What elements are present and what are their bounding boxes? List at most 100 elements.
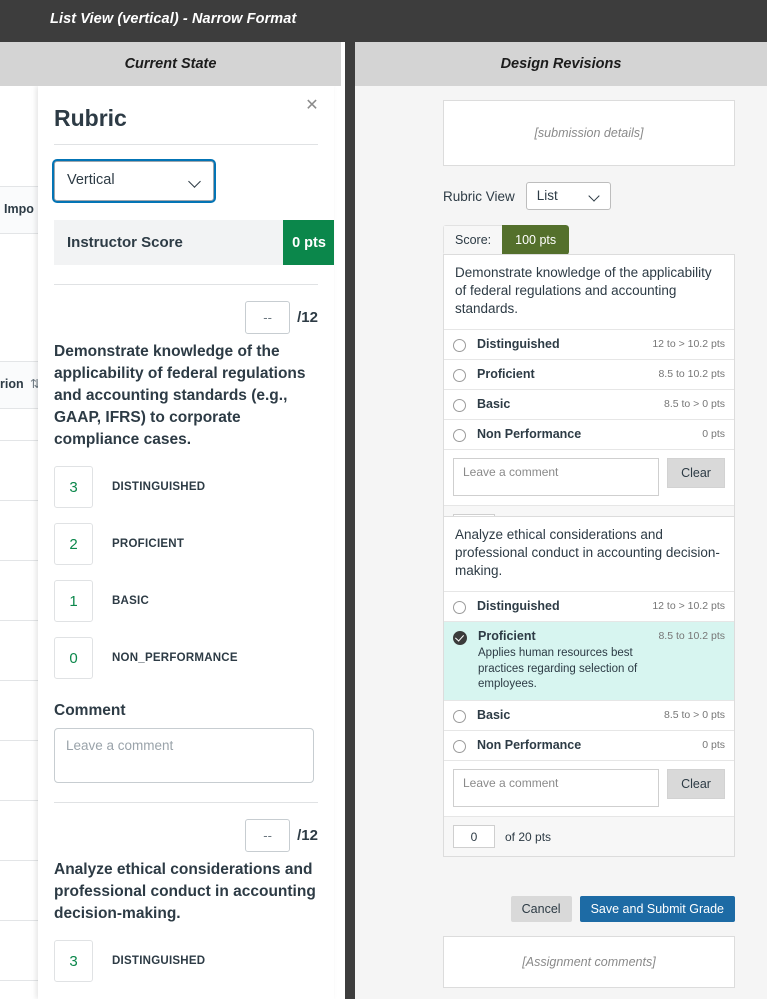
radio-icon[interactable] xyxy=(453,428,466,442)
rating-option[interactable]: 1 BASIC xyxy=(54,580,318,622)
rating-option[interactable]: 2 PROFICIENT xyxy=(54,523,318,565)
panel-divider xyxy=(345,42,355,999)
rating-name: Basic xyxy=(477,396,511,411)
background-col-criterion-label: rion xyxy=(0,377,24,391)
panel-header-current-state: Current State xyxy=(0,42,341,86)
comment-input[interactable]: Leave a comment xyxy=(453,769,659,808)
radio-icon[interactable] xyxy=(453,338,466,352)
radio-icon[interactable] xyxy=(453,368,466,382)
rating-row-selected[interactable]: Proficient Applies human resources best … xyxy=(444,620,734,701)
radio-icon[interactable] xyxy=(453,600,466,614)
rating-row[interactable]: Proficient 8.5 to 10.2 pts xyxy=(444,358,734,389)
panel-header-design-revisions: Design Revisions xyxy=(355,42,767,86)
score-badge: Score: 100 pts xyxy=(443,225,570,255)
rating-points: 3 xyxy=(54,940,93,982)
criterion-card: Demonstrate knowledge of the applicabili… xyxy=(443,254,735,546)
action-button-row: Cancel Save and Submit Grade xyxy=(443,896,735,922)
page-title: Rubric xyxy=(54,105,127,131)
criterion-block: -- /12 Demonstrate knowledge of the appl… xyxy=(54,301,318,803)
rating-name: Proficient xyxy=(478,628,536,643)
rating-name-wrap: Proficient Applies human resources best … xyxy=(478,629,650,694)
rating-label: BASIC xyxy=(112,595,150,607)
rating-name: Non Performance xyxy=(477,738,582,753)
instructor-score-points: 0 pts xyxy=(283,220,334,265)
rating-points: 1 xyxy=(54,580,93,622)
rating-option[interactable]: 3 DISTINGUISHED xyxy=(54,466,318,508)
rating-label: DISTINGUISHED xyxy=(112,481,206,493)
comment-strip: Leave a comment Clear xyxy=(444,760,734,816)
criterion-total-strip: 0 of 20 pts xyxy=(444,816,734,857)
rating-points: 8.5 to > 0 pts xyxy=(663,709,725,722)
rubric-view-select-list[interactable]: List xyxy=(525,182,611,210)
rating-points: 0 pts xyxy=(702,739,725,752)
chevron-down-icon xyxy=(590,192,601,198)
criterion-total-label: of 20 pts xyxy=(505,829,552,844)
radio-icon[interactable] xyxy=(453,398,466,412)
rating-row[interactable]: Basic 8.5 to > 0 pts xyxy=(444,700,734,730)
rating-points: 12 to > 10.2 pts xyxy=(652,337,725,350)
left-capture-panel: Impo rion ⇅ ✕ Rubric Vertical Instructor… xyxy=(0,86,341,999)
comment-strip: Leave a comment Clear xyxy=(444,448,734,505)
rubric-view-label: Rubric View xyxy=(443,188,515,204)
rating-points: 8.5 to 10.2 pts xyxy=(658,367,725,380)
rating-row[interactable]: Non Performance 0 pts xyxy=(444,730,734,760)
rubric-modal: ✕ Rubric Vertical Instructor Score 0 pts… xyxy=(38,86,334,999)
assignment-comments-placeholder: [Assignment comments] xyxy=(443,936,735,988)
criterion-card: Analyze ethical considerations and profe… xyxy=(443,516,735,858)
cancel-button[interactable]: Cancel xyxy=(510,896,572,922)
comment-input[interactable]: Leave a comment xyxy=(54,728,314,783)
divider xyxy=(54,144,318,145)
rating-points: 0 xyxy=(54,637,93,679)
close-icon[interactable]: ✕ xyxy=(302,96,322,116)
rubric-view-select-vertical[interactable]: Vertical xyxy=(54,161,214,201)
score-value: 100 pts xyxy=(502,225,570,255)
radio-icon[interactable] xyxy=(453,710,466,724)
criterion-score-input[interactable]: 0 xyxy=(453,825,495,849)
save-and-submit-grade-button[interactable]: Save and Submit Grade xyxy=(579,896,735,922)
radio-icon[interactable] xyxy=(453,740,466,754)
rating-points: 8.5 to 10.2 pts xyxy=(658,629,725,642)
divider xyxy=(54,802,318,803)
rubric-view-select-value: List xyxy=(536,188,558,203)
divider xyxy=(54,284,318,285)
criterion-total-points: /12 xyxy=(297,309,318,326)
comment-heading: Comment xyxy=(54,702,126,719)
instructor-score-bar: Instructor Score 0 pts xyxy=(54,220,334,265)
panel-header-left-label: Current State xyxy=(124,56,217,72)
rating-name: Distinguished xyxy=(477,336,560,351)
window-title-bar: List View (vertical) - Narrow Format xyxy=(0,0,767,42)
rating-label: PROFICIENT xyxy=(112,538,185,550)
background-col-import-label: Impo xyxy=(4,202,34,216)
criterion-description: Demonstrate knowledge of the applicabili… xyxy=(54,343,306,448)
criterion-score-row: -- /12 xyxy=(54,301,318,334)
submission-details-placeholder: [submission details] xyxy=(443,100,735,166)
rating-label: DISTINGUISHED xyxy=(112,955,206,967)
criterion-total-points: /12 xyxy=(297,827,318,844)
criterion-score-input[interactable]: -- xyxy=(245,301,291,334)
rating-row[interactable]: Distinguished 12 to > 10.2 pts xyxy=(444,590,734,621)
rating-option[interactable]: 0 NON_PERFORMANCE xyxy=(54,637,318,679)
rubric-modal-scroll-area[interactable]: ✕ Rubric Vertical Instructor Score 0 pts… xyxy=(38,86,334,999)
rating-points: 2 xyxy=(54,523,93,565)
clear-button[interactable]: Clear xyxy=(667,769,725,800)
clear-button[interactable]: Clear xyxy=(667,457,725,488)
rating-points: 3 xyxy=(54,466,93,508)
radio-checked-icon[interactable] xyxy=(453,630,467,645)
rating-label: NON_PERFORMANCE xyxy=(112,652,238,664)
criterion-score-input[interactable]: -- xyxy=(245,819,291,852)
rating-name: Proficient xyxy=(477,366,535,381)
comment-input[interactable]: Leave a comment xyxy=(453,457,659,496)
rating-row[interactable]: Distinguished 12 to > 10.2 pts xyxy=(444,328,734,359)
panel-header-right-label: Design Revisions xyxy=(500,56,622,72)
rubric-view-select-value: Vertical xyxy=(67,172,115,188)
rating-name: Distinguished xyxy=(477,598,560,613)
rubric-view-row: Rubric View List xyxy=(443,182,611,210)
criterion-score-row: -- /12 xyxy=(54,819,318,852)
rating-row[interactable]: Non Performance 0 pts xyxy=(444,418,734,449)
rating-option[interactable]: 3 DISTINGUISHED xyxy=(54,940,318,982)
chevron-down-icon xyxy=(190,177,201,183)
rating-points: 0 pts xyxy=(702,427,725,440)
rating-row[interactable]: Basic 8.5 to > 0 pts xyxy=(444,388,734,419)
rating-name: Non Performance xyxy=(477,426,582,441)
rating-points: 12 to > 10.2 pts xyxy=(652,599,725,612)
